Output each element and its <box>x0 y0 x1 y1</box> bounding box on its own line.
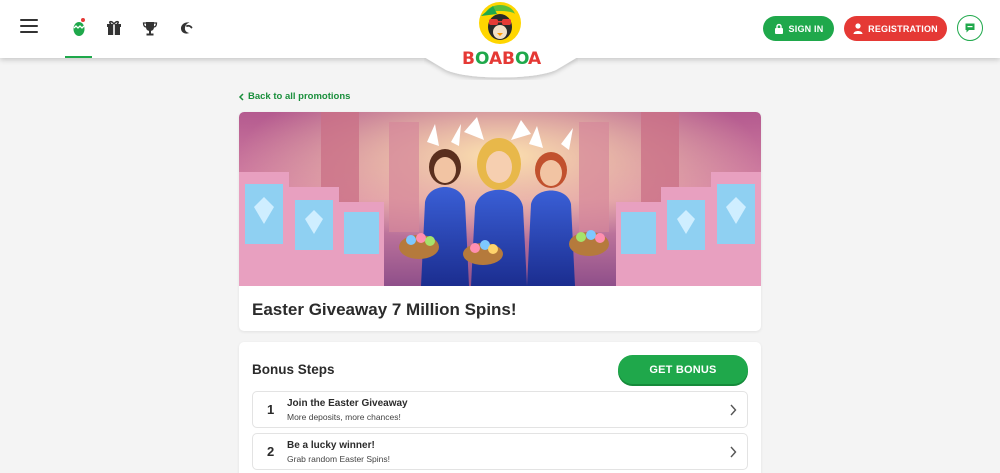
active-nav-indicator <box>65 56 92 58</box>
notification-dot <box>80 17 86 23</box>
registration-button[interactable]: REGISTRATION <box>844 16 947 41</box>
bonus-step-1[interactable]: 1 Join the Easter Giveaway More deposits… <box>252 391 748 428</box>
svg-text:B: B <box>502 49 515 69</box>
back-link-label: Back to all promotions <box>248 91 351 102</box>
gift-icon[interactable] <box>104 18 124 38</box>
registration-label: REGISTRATION <box>868 23 938 34</box>
promotion-banner-image <box>239 112 761 286</box>
promotion-card: Easter Giveaway 7 Million Spins! <box>239 112 761 331</box>
step-title: Join the Easter Giveaway <box>287 398 408 409</box>
easter-egg-icon[interactable] <box>69 17 89 38</box>
step-subtitle: More deposits, more chances! <box>287 412 401 422</box>
step-number: 1 <box>267 402 275 417</box>
sign-in-button[interactable]: SIGN IN <box>763 16 834 41</box>
back-to-promotions-link[interactable]: Back to all promotions <box>238 91 350 102</box>
menu-icon[interactable] <box>20 19 38 35</box>
step-number: 2 <box>267 444 275 459</box>
promotion-title: Easter Giveaway 7 Million Spins! <box>252 300 517 319</box>
chat-icon <box>965 23 975 33</box>
chat-button[interactable] <box>957 15 983 41</box>
svg-text:A: A <box>528 49 542 69</box>
lock-icon <box>774 23 783 34</box>
chevron-right-icon <box>730 446 737 458</box>
step-title: Be a lucky winner! <box>287 440 375 451</box>
svg-text:O: O <box>475 49 489 69</box>
user-icon <box>853 23 863 34</box>
chevron-right-icon <box>730 404 737 416</box>
boaboa-logo[interactable]: B O A B O A <box>457 0 543 70</box>
chevron-left-icon <box>238 92 244 101</box>
bonus-steps-card: Bonus Steps GET BONUS 1 Join the Easter … <box>239 342 761 473</box>
step-subtitle: Grab random Easter Spins! <box>287 454 390 464</box>
moon-icon[interactable] <box>176 18 196 38</box>
sign-in-label: SIGN IN <box>788 23 824 34</box>
bonus-steps-title: Bonus Steps <box>252 362 335 377</box>
svg-text:A: A <box>489 49 503 69</box>
svg-text:B: B <box>462 49 475 69</box>
bonus-step-2[interactable]: 2 Be a lucky winner! Grab random Easter … <box>252 433 748 470</box>
trophy-icon[interactable] <box>140 18 160 38</box>
get-bonus-button[interactable]: GET BONUS <box>618 355 748 384</box>
